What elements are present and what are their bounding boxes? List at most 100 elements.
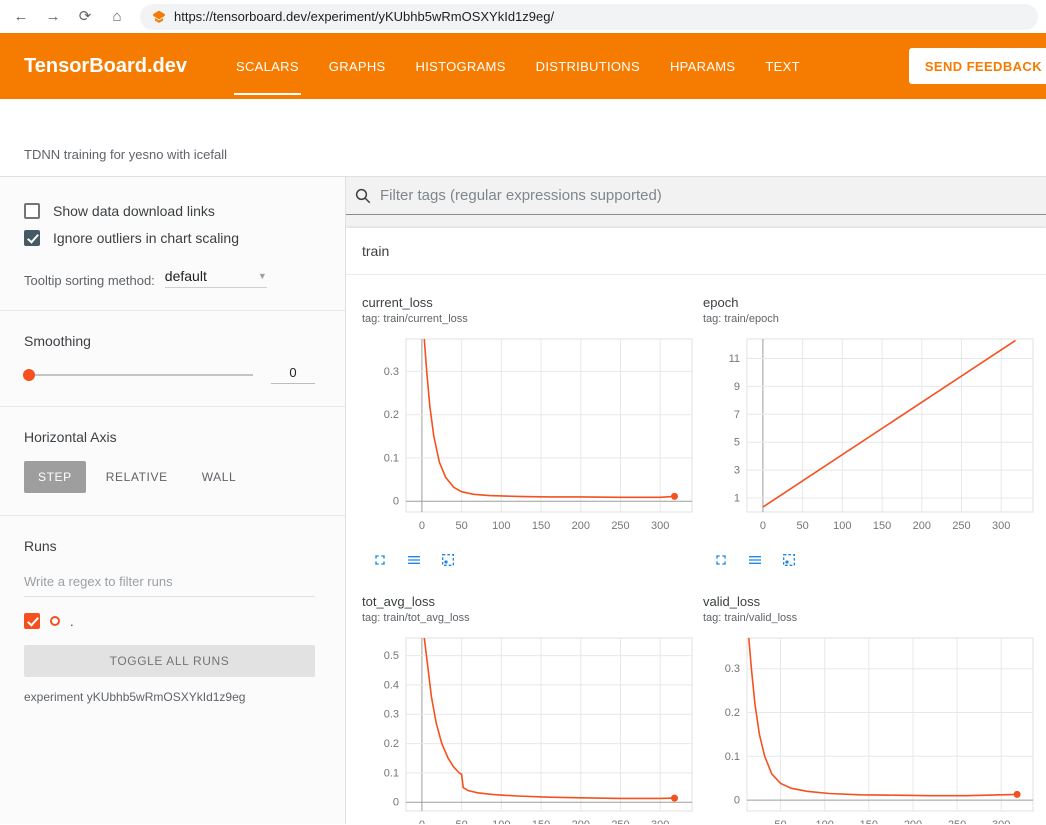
show-download-links-label: Show data download links	[53, 203, 215, 219]
charts-grid: current_losstag: train/current_loss05010…	[346, 275, 1046, 824]
send-feedback-button[interactable]: SEND FEEDBACK	[909, 48, 1046, 84]
axis-button-step[interactable]: STEP	[24, 461, 86, 493]
fullscreen-icon[interactable]	[372, 552, 388, 568]
app-logo[interactable]: TensorBoard.dev	[24, 55, 187, 78]
run-color-indicator	[50, 616, 60, 626]
content-area: Show data download links Ignore outliers…	[0, 177, 1046, 824]
chart-plot-tot_avg_loss[interactable]: 05010015020025030000.10.20.30.40.5	[362, 633, 698, 824]
svg-text:250: 250	[948, 819, 966, 824]
tensorboard-favicon	[152, 10, 166, 24]
svg-text:200: 200	[913, 520, 931, 532]
runs-filter-input[interactable]	[24, 570, 315, 597]
forward-icon[interactable]: →	[40, 4, 66, 30]
svg-text:150: 150	[860, 819, 878, 824]
svg-text:300: 300	[651, 819, 669, 824]
chart-plot-current_loss[interactable]: 05010015020025030000.10.20.3	[362, 334, 698, 538]
svg-text:0.1: 0.1	[725, 751, 740, 763]
svg-text:1: 1	[734, 493, 740, 505]
chart-title: tot_avg_loss	[362, 594, 703, 609]
experiment-title: TDNN training for yesno with icefall	[24, 147, 227, 162]
smoothing-slider[interactable]	[24, 374, 253, 376]
toggle-all-runs-button[interactable]: TOGGLE ALL RUNS	[24, 645, 315, 677]
tab-graphs[interactable]: GRAPHS	[314, 33, 401, 99]
svg-text:150: 150	[873, 520, 891, 532]
show-download-links-checkbox[interactable]	[24, 203, 40, 219]
data-table-icon[interactable]	[747, 552, 763, 568]
run-checkbox[interactable]	[24, 613, 40, 629]
back-icon[interactable]: ←	[8, 4, 34, 30]
chart-title: current_loss	[362, 295, 703, 310]
svg-text:200: 200	[572, 520, 590, 532]
tab-text[interactable]: TEXT	[750, 33, 814, 99]
svg-text:200: 200	[904, 819, 922, 824]
chart-card-tot_avg_loss: tot_avg_losstag: train/tot_avg_loss05010…	[362, 594, 703, 824]
fullscreen-icon[interactable]	[713, 552, 729, 568]
svg-text:0: 0	[419, 520, 425, 532]
svg-text:100: 100	[492, 819, 510, 824]
ignore-outliers-label: Ignore outliers in chart scaling	[53, 230, 239, 246]
svg-text:0.3: 0.3	[725, 663, 740, 675]
svg-text:0.3: 0.3	[384, 709, 399, 721]
smoothing-slider-thumb[interactable]	[23, 369, 35, 381]
svg-text:9: 9	[734, 381, 740, 393]
chevron-down-icon: ▼	[258, 271, 267, 281]
general-settings-section: Show data download links Ignore outliers…	[0, 177, 345, 311]
chart-plot-valid_loss[interactable]: 5010015020025030000.10.20.3	[703, 633, 1039, 824]
fit-domain-icon[interactable]	[781, 552, 797, 568]
ignore-outliers-row[interactable]: Ignore outliers in chart scaling	[24, 230, 315, 246]
chart-toolbar	[372, 552, 703, 568]
tab-histograms[interactable]: HISTOGRAMS	[401, 33, 521, 99]
tab-distributions[interactable]: DISTRIBUTIONS	[521, 33, 655, 99]
ignore-outliers-checkbox[interactable]	[24, 230, 40, 246]
tag-filter-row	[346, 177, 1046, 215]
svg-text:5: 5	[734, 437, 740, 449]
svg-text:0.4: 0.4	[384, 679, 399, 691]
train-section-header[interactable]: train	[346, 228, 1046, 275]
reload-icon[interactable]: ⟳	[72, 4, 98, 30]
horizontal-axis-section: Horizontal Axis STEPRELATIVEWALL	[0, 407, 345, 516]
svg-text:0: 0	[393, 496, 399, 508]
home-icon[interactable]: ⌂	[104, 4, 130, 30]
svg-text:0: 0	[760, 520, 766, 532]
chart-tag: tag: train/tot_avg_loss	[362, 612, 703, 624]
browser-toolbar: ← → ⟳ ⌂ https://tensorboard.dev/experime…	[0, 0, 1046, 33]
svg-text:250: 250	[952, 520, 970, 532]
svg-text:200: 200	[572, 819, 590, 824]
settings-sidebar: Show data download links Ignore outliers…	[0, 177, 346, 824]
horizontal-axis-label: Horizontal Axis	[24, 429, 315, 445]
scalars-main: train current_losstag: train/current_los…	[346, 177, 1046, 824]
experiment-subheader: TDNN training for yesno with icefall	[0, 99, 1046, 177]
svg-text:100: 100	[492, 520, 510, 532]
fit-domain-icon[interactable]	[440, 552, 456, 568]
axis-button-wall[interactable]: WALL	[188, 461, 251, 493]
tag-filter-input[interactable]	[380, 187, 1036, 204]
chart-title: valid_loss	[703, 594, 1044, 609]
svg-text:50: 50	[796, 520, 808, 532]
tab-hparams[interactable]: HPARAMS	[655, 33, 750, 99]
tooltip-sorting-dropdown[interactable]: default ▼	[165, 268, 267, 288]
chart-plot-epoch[interactable]: 0501001502002503001357911	[703, 334, 1039, 538]
run-row[interactable]: .	[24, 613, 315, 629]
svg-text:0.1: 0.1	[384, 767, 399, 779]
search-icon	[354, 187, 372, 205]
svg-text:11: 11	[729, 353, 740, 365]
svg-text:0.3: 0.3	[384, 366, 399, 378]
svg-text:250: 250	[611, 520, 629, 532]
runs-label: Runs	[24, 538, 315, 554]
header-nav: SCALARSGRAPHSHISTOGRAMSDISTRIBUTIONSHPAR…	[221, 33, 815, 99]
svg-text:0.1: 0.1	[384, 452, 399, 464]
show-download-links-row[interactable]: Show data download links	[24, 203, 315, 219]
svg-text:3: 3	[734, 465, 740, 477]
data-table-icon[interactable]	[406, 552, 422, 568]
svg-text:0: 0	[393, 797, 399, 809]
svg-text:300: 300	[992, 520, 1010, 532]
axis-button-relative[interactable]: RELATIVE	[92, 461, 182, 493]
chart-tag: tag: train/valid_loss	[703, 612, 1044, 624]
url-bar[interactable]: https://tensorboard.dev/experiment/yKUbh…	[140, 4, 1038, 30]
url-text: https://tensorboard.dev/experiment/yKUbh…	[174, 9, 554, 24]
smoothing-value[interactable]: 0	[271, 365, 315, 384]
tab-scalars[interactable]: SCALARS	[221, 33, 314, 99]
svg-text:50: 50	[774, 819, 786, 824]
svg-text:100: 100	[833, 520, 851, 532]
svg-text:0.5: 0.5	[384, 650, 399, 662]
